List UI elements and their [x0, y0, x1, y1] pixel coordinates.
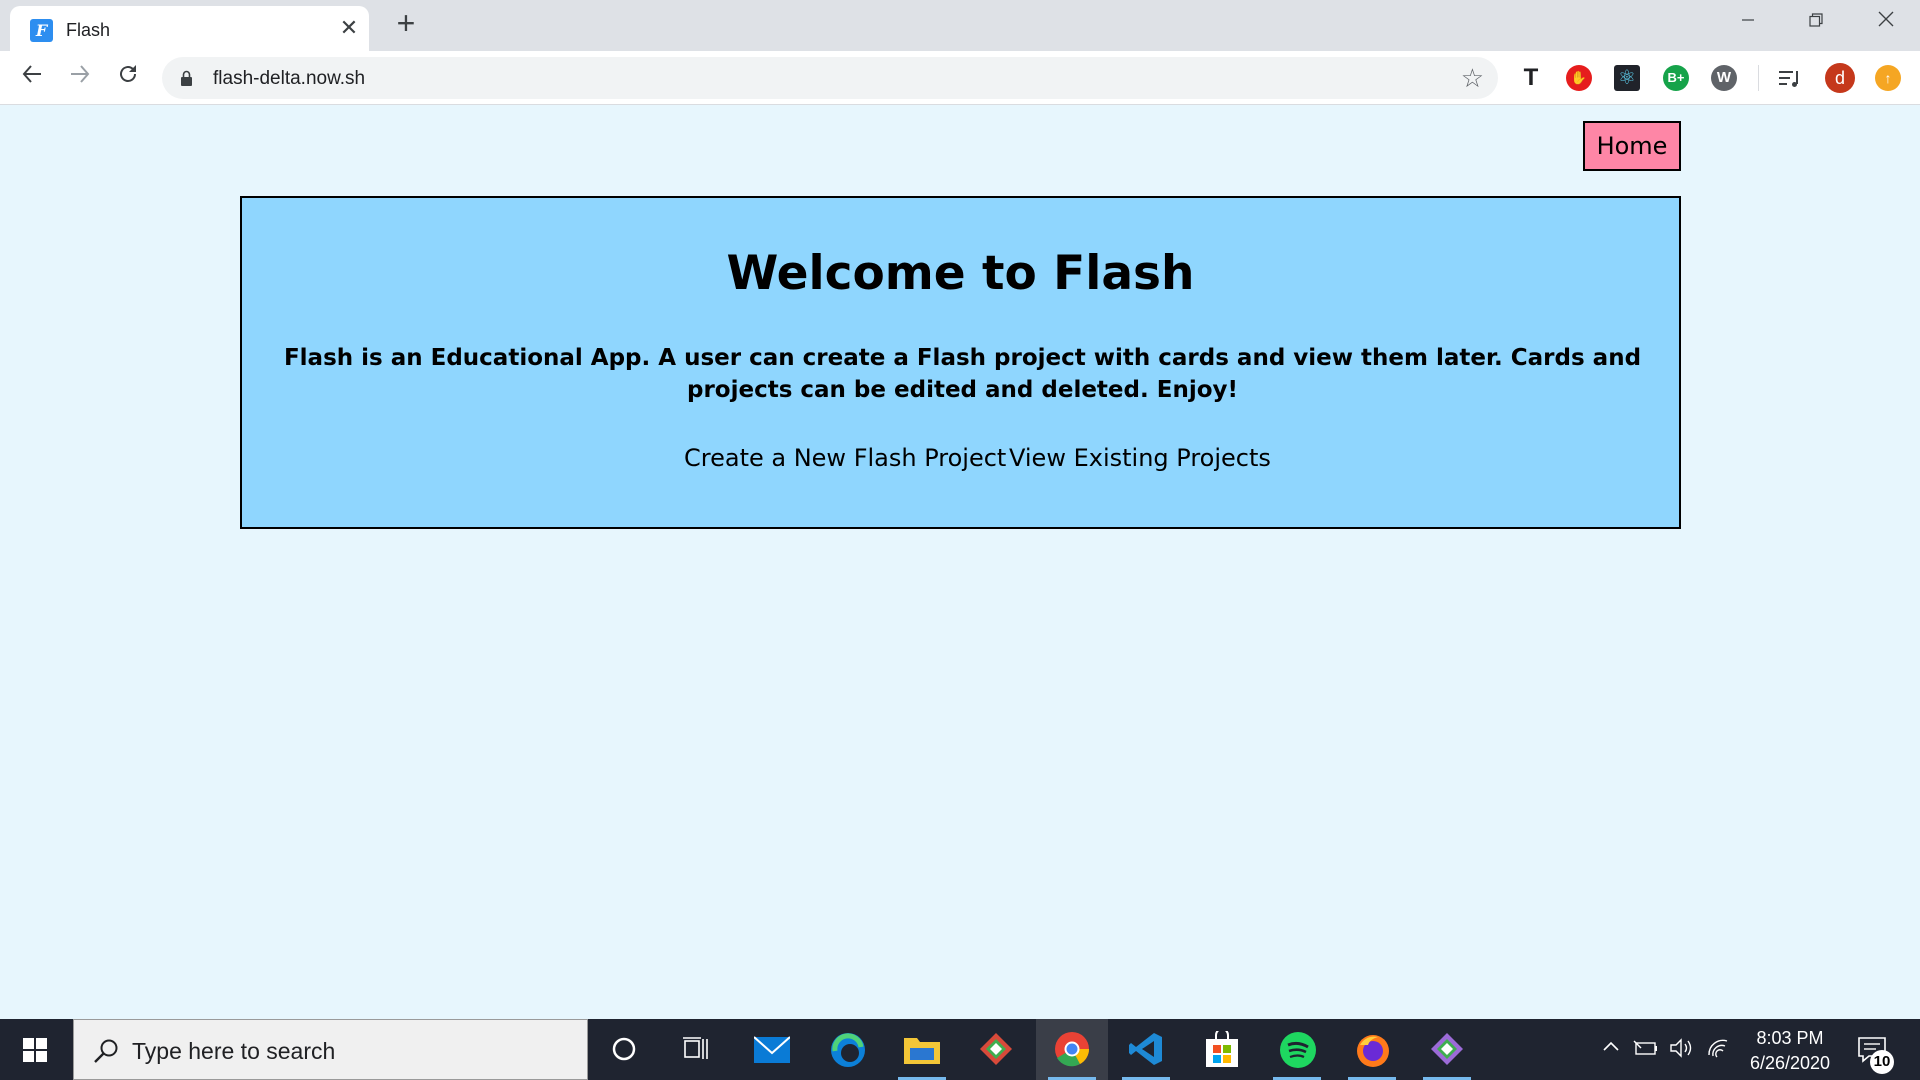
back-arrow-icon[interactable] — [14, 60, 50, 96]
update-icon[interactable]: ↑ — [1875, 65, 1901, 91]
forward-arrow-icon[interactable] — [62, 60, 98, 96]
file-explorer-icon[interactable] — [886, 1019, 958, 1080]
home-button[interactable]: Home — [1583, 121, 1681, 171]
text-icon[interactable]: T — [1518, 65, 1544, 91]
task-view-icon[interactable] — [660, 1019, 732, 1080]
lock-icon — [181, 70, 192, 86]
mail-icon[interactable] — [736, 1019, 808, 1080]
clock-time: 8:03 PM — [1756, 1028, 1824, 1048]
profile-avatar[interactable]: d — [1825, 63, 1855, 93]
close-window-icon[interactable] — [1852, 0, 1920, 42]
bookmark-star-icon[interactable]: ☆ — [1461, 64, 1484, 92]
adblock-icon[interactable]: ✋ — [1566, 65, 1592, 91]
search-icon — [94, 1039, 118, 1063]
windows-start-icon[interactable] — [0, 1019, 71, 1080]
volume-icon[interactable] — [1669, 1037, 1695, 1065]
git-kraken-icon[interactable] — [1411, 1019, 1483, 1080]
battery-icon[interactable] — [1633, 1037, 1659, 1065]
restore-icon[interactable] — [1782, 0, 1850, 42]
page-content: Home Welcome to Flash Flash is an Educat… — [0, 106, 1920, 1019]
welcome-card: Welcome to Flash Flash is an Educational… — [240, 196, 1681, 529]
wifi-icon[interactable] — [1706, 1037, 1730, 1065]
tab-title: Flash — [66, 20, 111, 40]
page-title: Welcome to Flash — [726, 246, 1195, 301]
flash-favicon-icon: F — [30, 19, 53, 42]
chrome-icon[interactable] — [1036, 1019, 1108, 1080]
react-devtools-icon[interactable]: ⚛ — [1614, 65, 1640, 91]
view-projects-link[interactable]: View Existing Projects — [1009, 444, 1271, 472]
notification-count-badge: 10 — [1870, 1050, 1894, 1074]
url-text: flash-delta.now.sh — [213, 68, 366, 89]
clock-date: 6/26/2020 — [1749, 1053, 1831, 1073]
address-bar[interactable]: flash-delta.now.sh ☆ — [162, 57, 1498, 99]
taskbar-search-input[interactable]: Type here to search — [73, 1019, 588, 1080]
windows-taskbar: Type here to search 8:03 PM 6/26/2020 10 — [0, 1019, 1920, 1080]
microsoft-store-icon[interactable] — [1186, 1019, 1258, 1080]
show-hidden-icons-icon[interactable] — [1601, 1037, 1621, 1063]
firefox-icon[interactable] — [1336, 1019, 1408, 1080]
app-description: Flash is an Educational App. A user can … — [283, 345, 1642, 403]
wappalyzer-icon[interactable]: W — [1711, 65, 1737, 91]
spotify-icon[interactable] — [1261, 1019, 1333, 1080]
browser-tab[interactable]: F Flash ✕ — [10, 6, 369, 51]
tab-close-icon[interactable]: ✕ — [336, 15, 362, 41]
media-queue-icon[interactable] — [1776, 65, 1802, 91]
cortana-icon[interactable] — [588, 1019, 660, 1080]
taskbar-clock[interactable]: 8:03 PM 6/26/2020 — [1734, 1026, 1846, 1076]
grammar-icon[interactable]: B+ — [1663, 65, 1689, 91]
create-project-link[interactable]: Create a New Flash Project — [684, 444, 1006, 472]
vscode-icon[interactable] — [1110, 1019, 1182, 1080]
edge-browser-icon[interactable] — [811, 1019, 883, 1080]
toolbar-divider — [1758, 65, 1759, 91]
browser-toolbar: flash-delta.now.sh ☆ T ✋ ⚛ B+ W d ↑ — [0, 51, 1920, 105]
minimize-icon[interactable] — [1714, 0, 1782, 42]
git-kraken-icon[interactable] — [960, 1019, 1032, 1080]
reload-icon[interactable] — [110, 60, 146, 96]
browser-tab-strip: F Flash ✕ + — [0, 0, 1920, 51]
new-tab-icon[interactable]: + — [391, 7, 421, 39]
search-placeholder: Type here to search — [132, 1038, 336, 1064]
